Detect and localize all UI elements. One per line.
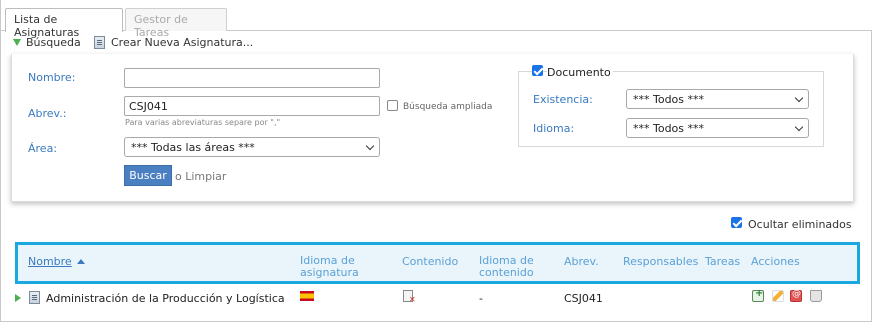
document-icon bbox=[29, 291, 40, 304]
abbrev-label: Abrev.: bbox=[28, 107, 67, 120]
sort-ascending-icon[interactable] bbox=[77, 259, 85, 264]
create-subject-button[interactable]: Crear Nueva Asignatura... bbox=[94, 36, 253, 49]
search-button[interactable]: Buscar bbox=[124, 165, 172, 186]
expand-row-icon[interactable] bbox=[15, 294, 21, 302]
column-header-content-language-line2: contenido bbox=[479, 266, 534, 279]
column-header-abbrev[interactable]: Abrev. bbox=[564, 256, 599, 268]
column-header-responsible[interactable]: Responsables bbox=[623, 256, 698, 268]
abbrev-input[interactable] bbox=[124, 96, 380, 116]
extended-search-checkbox[interactable] bbox=[387, 100, 398, 111]
or-text: o bbox=[175, 170, 182, 183]
existence-label: Existencia: bbox=[533, 93, 593, 106]
search-toggle-button[interactable]: Búsqueda bbox=[13, 36, 81, 49]
column-header-subject-language-line2: asignatura bbox=[300, 266, 359, 279]
area-select[interactable]: *** Todas las áreas *** bbox=[124, 137, 380, 157]
tab-subject-list[interactable]: Lista de Asignaturas bbox=[5, 8, 123, 39]
chevron-down-icon bbox=[794, 122, 804, 131]
trash-icon[interactable] bbox=[810, 290, 822, 302]
name-input[interactable] bbox=[124, 68, 380, 88]
search-panel: Nombre: Abrev.: Para varias abreviaturas… bbox=[11, 54, 854, 202]
existence-select[interactable]: *** Todos *** bbox=[626, 89, 809, 109]
tab-bar: Lista de Asignaturas Gestor de Tareas bbox=[1, 0, 872, 39]
triangle-down-icon bbox=[13, 39, 21, 46]
document-label: Documento bbox=[547, 66, 613, 79]
create-subject-label: Crear Nueva Asignatura... bbox=[111, 36, 254, 49]
chevron-down-icon bbox=[794, 93, 804, 102]
toolbar: Búsqueda Crear Nueva Asignatura... bbox=[1, 32, 872, 54]
no-content-icon[interactable] bbox=[403, 290, 416, 304]
export-icon[interactable] bbox=[790, 289, 802, 302]
abbrev-hint: Para varias abreviaturas separe por "," bbox=[125, 118, 281, 127]
column-header-actions: Acciones bbox=[751, 255, 800, 268]
column-header-content[interactable]: Contenido bbox=[402, 256, 458, 268]
row-abbrev: CSJ041 bbox=[564, 292, 603, 305]
row-name[interactable]: Administración de la Producción y Logíst… bbox=[46, 292, 285, 305]
add-document-icon[interactable] bbox=[752, 288, 764, 302]
hide-deleted-label: Ocultar eliminados bbox=[748, 218, 852, 231]
area-label: Área: bbox=[28, 142, 58, 155]
area-select-value: *** Todas las áreas *** bbox=[131, 140, 255, 154]
extended-search-label: Búsqueda ampliada bbox=[403, 102, 493, 112]
table-header: Nombre Idioma de asignatura Contenido Id… bbox=[15, 242, 860, 284]
chevron-down-icon bbox=[365, 141, 375, 150]
language-select[interactable]: *** Todos *** bbox=[626, 118, 809, 138]
column-header-subject-language[interactable]: Idioma de asignatura bbox=[300, 255, 359, 279]
clear-link[interactable]: Limpiar bbox=[185, 170, 226, 183]
column-header-name[interactable]: Nombre bbox=[28, 256, 72, 268]
table-row[interactable]: Administración de la Producción y Logíst… bbox=[15, 286, 860, 310]
row-content-language: - bbox=[479, 292, 483, 305]
hide-deleted-checkbox[interactable] bbox=[731, 217, 742, 228]
search-toggle-label: Búsqueda bbox=[26, 36, 81, 49]
name-label: Nombre: bbox=[28, 71, 76, 84]
tab-task-manager[interactable]: Gestor de Tareas bbox=[125, 8, 227, 39]
app-frame: Lista de Asignaturas Gestor de Tareas Bú… bbox=[0, 0, 872, 322]
spain-flag-icon bbox=[300, 291, 314, 301]
clear-link-wrapper: o Limpiar bbox=[175, 170, 226, 183]
document-checkbox[interactable] bbox=[532, 65, 543, 76]
edit-pencil-icon[interactable] bbox=[772, 290, 784, 302]
existence-select-value: *** Todos *** bbox=[633, 92, 705, 106]
language-label: Idioma: bbox=[533, 122, 575, 135]
language-select-value: *** Todos *** bbox=[633, 121, 705, 135]
column-header-content-language[interactable]: Idioma de contenido bbox=[479, 255, 534, 279]
document-icon bbox=[94, 36, 105, 49]
column-header-tasks[interactable]: Tareas bbox=[705, 256, 740, 268]
